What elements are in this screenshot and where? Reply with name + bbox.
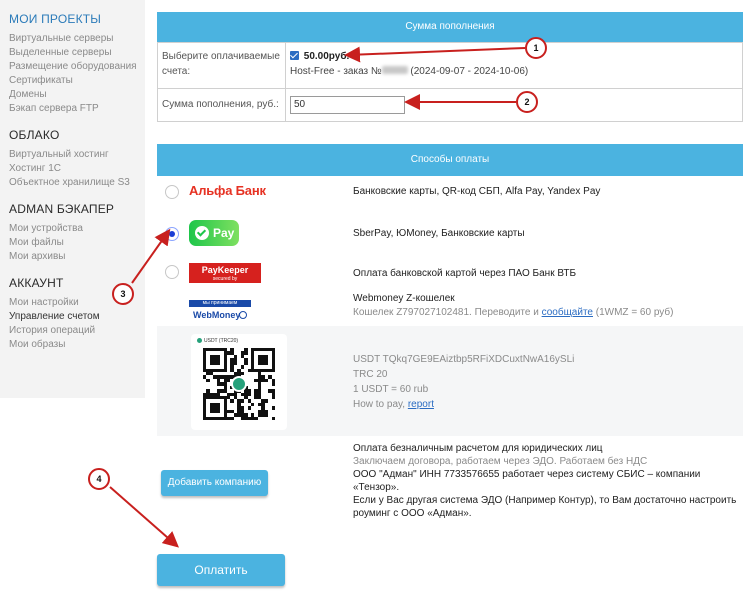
webmoney-report-link[interactable]: сообщайте bbox=[542, 307, 593, 318]
annotation-badge-4: 4 bbox=[88, 468, 110, 490]
sidebar-title-cloud[interactable]: ОБЛАКО bbox=[9, 128, 145, 142]
usdt-rate: 1 USDT = 60 rub bbox=[353, 384, 429, 395]
sberpay-logo: Pay bbox=[189, 220, 239, 246]
main-content: Сумма пополнения Выберите оплачиваемые с… bbox=[157, 0, 743, 534]
paykeeper-logo: PayKeeper secured by bbox=[189, 263, 261, 283]
annotation-badge-2: 2 bbox=[516, 91, 538, 113]
method-sber[interactable]: Pay SberPay, ЮMoney, Банковские карты bbox=[157, 208, 743, 260]
order-number-redacted bbox=[381, 66, 408, 74]
paykeeper-logo-text: PayKeeper bbox=[201, 265, 249, 275]
invoice-select-label: Выберите оплачиваемые счета: bbox=[158, 43, 286, 88]
qr-module bbox=[271, 416, 275, 420]
alfa-bank-logo: Альфа Банк bbox=[189, 183, 266, 198]
sidebar-title-backuper[interactable]: ADMAN БЭКАПЕР bbox=[9, 202, 145, 216]
webmoney-title: Webmoney Z-кошелек bbox=[353, 293, 455, 304]
sberpay-logo-text: Pay bbox=[213, 226, 235, 240]
amount-input[interactable]: 50 bbox=[290, 96, 405, 114]
alfa-description: Банковские карты, QR-код СБП, Alfa Pay, … bbox=[353, 186, 601, 197]
usdt-network: TRC 20 bbox=[353, 369, 388, 380]
legal-company-info: ООО "Адман" ИНН 7733576655 работает чере… bbox=[353, 469, 701, 493]
usdt-qr-card: USDT (TRC20) bbox=[191, 334, 287, 430]
legal-roaming-info: Если у Вас другая система ЭДО (Например … bbox=[353, 495, 737, 519]
sidebar-item-certificates[interactable]: Сертификаты bbox=[9, 74, 145, 88]
topup-form: Выберите оплачиваемые счета: 50.00руб. H… bbox=[157, 42, 743, 122]
check-icon bbox=[195, 226, 209, 240]
method-usdt: USDT (TRC20) USDT TQkq7GE9EAiztbp5RFiXDC… bbox=[157, 326, 743, 436]
sidebar-item-my-files[interactable]: Мои файлы bbox=[9, 236, 145, 250]
usdt-qr-label: USDT (TRC20) bbox=[197, 338, 238, 344]
sber-description: SberPay, ЮMoney, Банковские карты bbox=[353, 228, 525, 239]
sidebar-item-my-archives[interactable]: Мои архивы bbox=[9, 250, 145, 264]
sidebar-item-hosting-1c[interactable]: Хостинг 1С bbox=[9, 162, 145, 176]
annotation-badge-1: 1 bbox=[525, 37, 547, 59]
method-legal: Добавить компанию Оплата безналичным рас… bbox=[157, 436, 743, 534]
globe-icon bbox=[239, 311, 247, 319]
method-webmoney: мы принимаем WebMoney Webmoney Z-кошелек… bbox=[157, 286, 743, 326]
webmoney-wallet: Кошелек Z797027102481. Переводите и bbox=[353, 307, 539, 318]
invoice-row: Выберите оплачиваемые счета: 50.00руб. H… bbox=[158, 42, 742, 88]
usdt-report-link[interactable]: report bbox=[408, 399, 434, 410]
legal-title: Оплата безналичным расчетом для юридичес… bbox=[353, 443, 603, 454]
method-alfa[interactable]: Альфа Банк Банковские карты, QR-код СБП,… bbox=[157, 176, 743, 208]
webmoney-logo: мы принимаем WebMoney bbox=[189, 300, 251, 324]
sidebar: МОИ ПРОЕКТЫ Виртуальные серверы Выделенн… bbox=[0, 0, 145, 398]
sidebar-item-operations-history[interactable]: История операций bbox=[9, 324, 145, 338]
annotation-badge-3: 3 bbox=[112, 283, 134, 305]
sidebar-item-my-devices[interactable]: Мои устройства bbox=[9, 222, 145, 236]
sidebar-item-s3-storage[interactable]: Объектное хранилище S3 bbox=[9, 176, 145, 190]
method-paykeeper[interactable]: PayKeeper secured by Оплата банковской к… bbox=[157, 260, 743, 286]
pay-button[interactable]: Оплатить bbox=[157, 554, 285, 586]
invoice-amount: 50.00руб. bbox=[303, 51, 350, 62]
sidebar-section-cloud: ОБЛАКО Виртуальный хостинг Хостинг 1С Об… bbox=[9, 128, 145, 190]
tether-icon bbox=[231, 376, 247, 392]
invoice-order: Host-Free - заказ № bbox=[290, 66, 382, 77]
radio-sber[interactable] bbox=[165, 227, 179, 241]
sidebar-title-projects[interactable]: МОИ ПРОЕКТЫ bbox=[9, 12, 145, 26]
amount-row: Сумма пополнения, руб.: 50 bbox=[158, 88, 742, 121]
webmoney-rate: (1WMZ = 60 руб) bbox=[595, 307, 674, 318]
usdt-address: USDT TQkq7GE9EAiztbp5RFiXDCuxtNwA16ySLi bbox=[353, 354, 575, 365]
sidebar-item-account-management[interactable]: Управление счетом bbox=[9, 310, 145, 324]
usdt-howto: How to pay, bbox=[353, 399, 406, 410]
add-company-button[interactable]: Добавить компанию bbox=[161, 470, 268, 496]
sidebar-item-domains[interactable]: Домены bbox=[9, 88, 145, 102]
amount-label: Сумма пополнения, руб.: bbox=[158, 89, 286, 121]
invoice-value: 50.00руб. Host-Free - заказ № (2024-09-0… bbox=[286, 43, 742, 88]
invoice-period: (2024-09-07 - 2024-10-06) bbox=[410, 66, 529, 77]
radio-alfa[interactable] bbox=[165, 185, 179, 199]
sidebar-item-virtual-hosting[interactable]: Виртуальный хостинг bbox=[9, 148, 145, 162]
methods-header: Способы оплаты bbox=[157, 144, 743, 176]
invoice-checkbox[interactable] bbox=[290, 51, 299, 60]
sidebar-item-virtual-servers[interactable]: Виртуальные серверы bbox=[9, 32, 145, 46]
radio-paykeeper[interactable] bbox=[165, 265, 179, 279]
legal-note: Заключаем договора, работаем через ЭДО. … bbox=[353, 456, 648, 467]
sidebar-section-backuper: ADMAN БЭКАПЕР Мои устройства Мои файлы М… bbox=[9, 202, 145, 264]
topup-header: Сумма пополнения bbox=[157, 12, 743, 42]
paykeeper-description: Оплата банковской картой через ПАО Банк … bbox=[353, 268, 577, 279]
sidebar-item-my-images[interactable]: Мои образы bbox=[9, 338, 145, 352]
webmoney-logo-top: мы принимаем bbox=[189, 300, 251, 307]
sidebar-section-projects: МОИ ПРОЕКТЫ Виртуальные серверы Выделенн… bbox=[9, 12, 145, 116]
sidebar-item-ftp-backup[interactable]: Бэкап сервера FTP bbox=[9, 102, 145, 116]
paykeeper-logo-sub: secured by bbox=[212, 276, 238, 282]
sidebar-item-dedicated-servers[interactable]: Выделенные серверы bbox=[9, 46, 145, 60]
sidebar-item-colocation[interactable]: Размещение оборудования bbox=[9, 60, 145, 74]
